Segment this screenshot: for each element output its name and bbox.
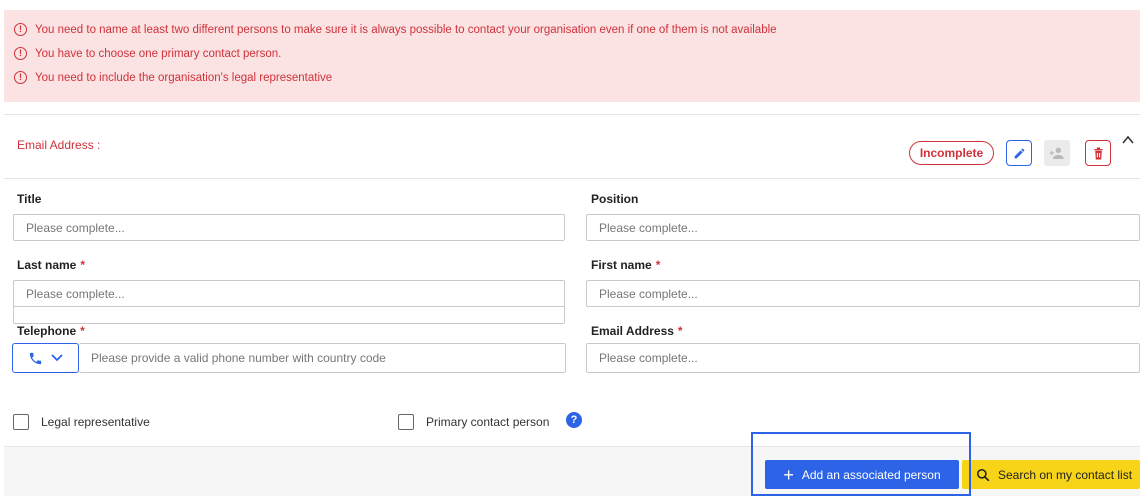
email-label: Email Address * — [591, 324, 683, 338]
position-input[interactable]: Please complete... — [586, 214, 1140, 241]
person-add-icon — [1049, 147, 1064, 159]
last-name-label: Last name * — [17, 258, 86, 272]
edit-button[interactable] — [1006, 140, 1032, 166]
email-input[interactable]: Please complete... — [586, 343, 1140, 373]
alert-circle-icon: ! — [14, 71, 27, 84]
divider — [4, 178, 1140, 179]
error-message: ! You need to name at least two differen… — [14, 19, 1140, 40]
phone-icon — [29, 352, 42, 364]
last-name-input[interactable]: Please complete... — [13, 280, 565, 307]
chevron-up-icon[interactable] — [1121, 133, 1135, 147]
error-panel: ! You need to name at least two differen… — [4, 10, 1140, 102]
contact-card-header: Email Address : — [17, 138, 101, 152]
status-badge: Incomplete — [909, 141, 994, 165]
error-text: You have to choose one primary contact p… — [35, 47, 282, 60]
chevron-down-icon — [51, 354, 63, 362]
error-message: ! You have to choose one primary contact… — [14, 43, 1140, 64]
title-input[interactable]: Please complete... — [13, 214, 565, 241]
telephone-label: Telephone * — [17, 324, 85, 338]
error-message: ! You need to include the organisation's… — [14, 67, 1140, 88]
legal-representative-label: Legal representative — [41, 415, 150, 429]
help-icon[interactable]: ? — [566, 412, 582, 428]
first-name-label: First name * — [591, 258, 661, 272]
delete-button[interactable] — [1085, 140, 1111, 166]
alert-circle-icon: ! — [14, 23, 27, 36]
legal-representative-checkbox[interactable] — [13, 414, 29, 430]
title-label: Title — [17, 192, 42, 206]
search-icon — [976, 468, 990, 481]
first-name-input[interactable]: Please complete... — [586, 280, 1140, 307]
trash-icon — [1093, 147, 1103, 159]
divider — [4, 114, 1140, 115]
error-text: You need to include the organisation's l… — [35, 71, 333, 84]
primary-contact-checkbox[interactable] — [398, 414, 414, 430]
telephone-input[interactable]: Please provide a valid phone number with… — [79, 343, 566, 373]
search-contact-list-label: Search on my contact list — [998, 467, 1133, 482]
pencil-icon — [1014, 148, 1024, 158]
error-text: You need to name at least two different … — [35, 23, 777, 36]
position-label: Position — [591, 192, 639, 206]
alert-circle-icon: ! — [14, 47, 27, 60]
primary-contact-label: Primary contact person — [426, 415, 550, 429]
phone-type-dropdown[interactable] — [12, 343, 79, 373]
add-person-button[interactable] — [1044, 140, 1070, 166]
search-contact-list-button[interactable]: Search on my contact list — [962, 460, 1140, 489]
focus-highlight — [751, 432, 971, 496]
